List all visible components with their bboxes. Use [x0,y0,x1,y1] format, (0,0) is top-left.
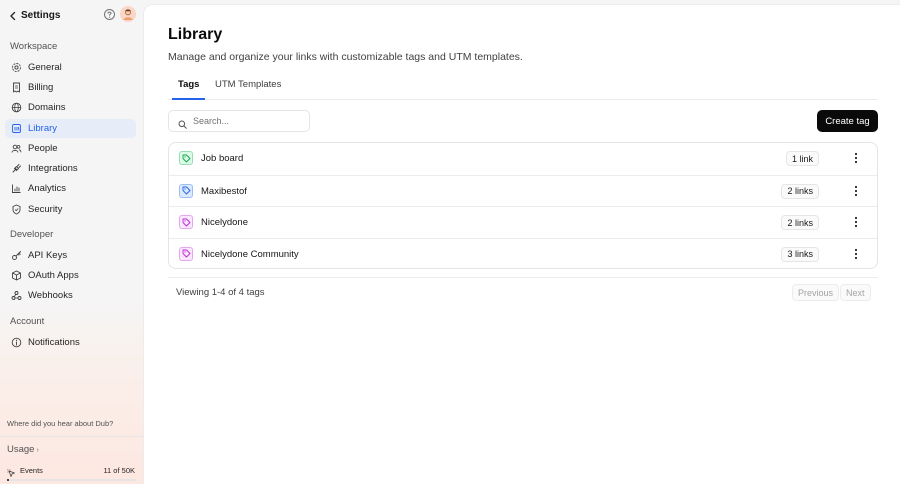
events-label: Events [20,466,43,475]
sidebar-item-label: Billing [28,82,54,93]
tag-row[interactable]: Nicelydone 2 links [169,206,877,237]
tag-link-count[interactable]: 2 links [781,215,819,230]
sidebar-item-api-keys[interactable]: API Keys [5,246,136,265]
chevron-left-icon[interactable] [6,9,20,23]
sidebar-item-domains[interactable]: Domains [5,98,136,117]
sidebar-section-account: Account [10,316,45,327]
tag-name: Job board [201,153,244,164]
shield-icon [11,204,22,215]
tag-name: Nicelydone [201,217,248,228]
settings-sidebar: Settings Workspace General Billing Domai… [0,0,143,484]
more-options-icon[interactable] [849,247,863,261]
search-input[interactable] [193,116,303,126]
sidebar-item-label: API Keys [28,250,68,261]
tag-row[interactable]: Maxibestof 2 links [169,174,877,206]
referral-prompt[interactable]: Where did you hear about Dub? [7,419,113,428]
receipt-icon [11,82,22,93]
gear-icon [11,62,22,73]
chart-icon [11,183,22,194]
tag-icon [179,246,193,261]
create-tag-button[interactable]: Create tag [817,110,878,132]
sidebar-header: Settings [0,6,143,26]
cube-icon [11,270,22,281]
chevron-right-icon: › [36,447,39,454]
tag-list: Job board 1 link Maxibestof 2 links Nicelydo… [168,142,878,269]
search-box[interactable] [168,110,310,132]
sidebar-item-label: Security [28,204,63,215]
events-count: 11 of 50K [103,466,135,475]
more-options-icon[interactable] [849,151,863,165]
tag-link-count[interactable]: 2 links [781,183,819,199]
tag-icon [179,151,193,165]
usage-label: Usage [7,444,35,455]
pagination-info: Viewing 1-4 of 4 tags [176,287,265,298]
events-usage-bar [7,479,136,481]
sidebar-section-workspace: Workspace [10,41,58,52]
next-page-button[interactable]: Next [840,284,871,301]
sidebar-item-label: Analytics [28,183,67,194]
sidebar-item-label: Notifications [28,337,80,348]
sidebar-item-label: Webhooks [28,290,73,301]
tag-name: Maxibestof [201,185,247,197]
sidebar-item-people[interactable]: People [5,139,136,158]
divider [0,436,143,437]
cursor-click-icon [7,466,16,477]
page-title: Library [168,26,223,43]
more-options-icon[interactable] [849,215,863,229]
previous-page-button[interactable]: Previous [792,284,840,301]
sidebar-item-oauth-apps[interactable]: OAuth Apps [5,266,136,285]
sidebar-item-label: General [28,62,62,73]
webhook-icon [11,290,22,301]
tag-row[interactable]: Nicelydone Community 3 links [169,237,877,269]
sidebar-item-billing[interactable]: Billing [5,78,136,97]
bell-icon [11,337,22,348]
plug-icon [11,163,22,174]
tag-link-count[interactable]: 1 link [785,151,819,166]
sidebar-item-label: OAuth Apps [28,270,79,281]
tab-utm-templates[interactable]: UTM Templates [209,79,287,100]
sidebar-item-label: Domains [28,102,66,113]
sidebar-section-developer: Developer [10,229,54,240]
help-circle-icon[interactable] [103,8,116,21]
avatar[interactable] [120,6,136,22]
tag-icon [179,215,193,229]
tag-icon [179,183,193,198]
library-icon [11,123,22,134]
tab-bar: Tags UTM Templates [168,71,878,100]
search-icon [178,117,187,129]
sidebar-item-label: People [28,143,58,154]
sidebar-item-notifications[interactable]: Notifications [5,333,136,352]
events-usage-fill [7,479,9,481]
sidebar-item-general[interactable]: General [5,58,136,77]
page-subtitle: Manage and organize your links with cust… [168,51,523,63]
tag-row[interactable]: Job board 1 link [169,143,877,174]
main-panel: Library Manage and organize your links w… [143,4,900,484]
sidebar-item-webhooks[interactable]: Webhooks [5,286,136,305]
users-icon [11,143,22,154]
usage-toggle[interactable]: Usage › [7,444,39,455]
sidebar-item-label: Library [28,123,58,134]
tag-name: Nicelydone Community [201,248,299,260]
sidebar-title: Settings [21,10,61,21]
key-icon [11,250,22,261]
divider [168,277,878,278]
tag-link-count[interactable]: 3 links [781,246,819,262]
sidebar-item-library[interactable]: Library [5,119,136,138]
tab-tags[interactable]: Tags [172,79,206,100]
globe-icon [11,102,22,113]
sidebar-item-analytics[interactable]: Analytics [5,179,136,198]
sidebar-item-security[interactable]: Security [5,200,136,219]
sidebar-item-integrations[interactable]: Integrations [5,159,136,178]
sidebar-item-label: Integrations [28,163,78,174]
more-options-icon[interactable] [849,184,863,198]
